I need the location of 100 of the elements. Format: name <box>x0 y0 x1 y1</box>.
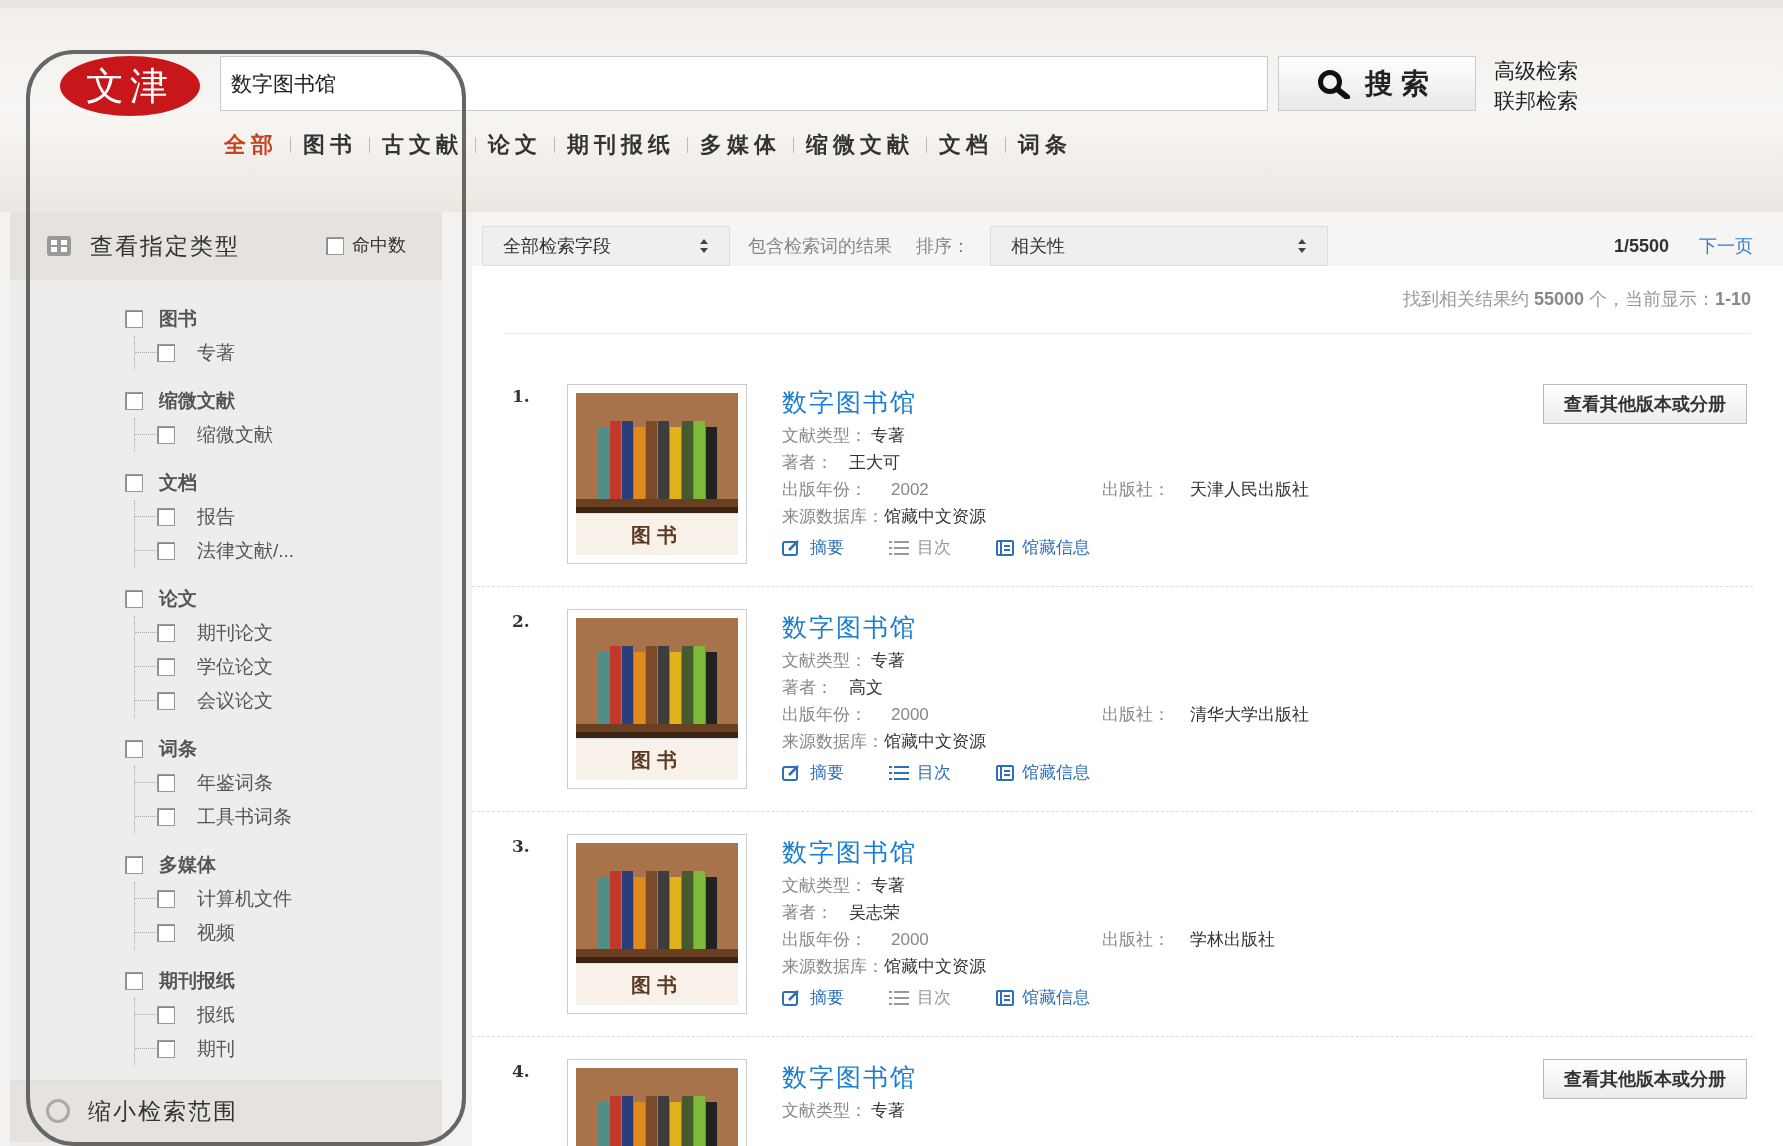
field-label: 文献类型： <box>782 650 867 672</box>
field-value: 天津人民出版社 <box>1190 479 1309 501</box>
checkbox[interactable] <box>157 923 175 942</box>
checkbox[interactable] <box>157 541 175 560</box>
subcategory-label: 期刊论文 <box>197 620 273 645</box>
checkbox[interactable] <box>125 855 143 874</box>
field-label: 出版社： <box>1102 929 1170 951</box>
category-label: 图书 <box>159 306 197 331</box>
narrow-search-section[interactable]: 缩小检索范围 <box>10 1079 442 1142</box>
category-tab[interactable]: 论文 <box>488 128 542 161</box>
field-value: 高文 <box>849 677 883 699</box>
category-tab[interactable]: 全部 <box>220 128 278 161</box>
checkbox[interactable] <box>125 589 143 608</box>
field-value: 学林出版社 <box>1190 929 1275 951</box>
result-action-link[interactable]: 摘要 <box>782 759 844 786</box>
result-title[interactable]: 数字图书馆 <box>782 834 1747 870</box>
sidebar-title: 查看指定类型 <box>90 231 241 261</box>
result-number: 1. <box>512 385 531 408</box>
category-label: 期刊报纸 <box>159 968 235 993</box>
subcategory-label: 会议论文 <box>197 688 273 713</box>
category-tab[interactable]: 缩微文献 <box>806 128 914 161</box>
field-value: 馆藏中文资源 <box>884 731 986 753</box>
checkbox[interactable] <box>157 425 175 444</box>
search-field[interactable]: 数字图书馆 <box>220 56 1268 111</box>
checkbox[interactable] <box>157 889 175 908</box>
category-label: 缩微文献 <box>159 388 235 413</box>
checkbox[interactable] <box>157 773 175 792</box>
category-tab[interactable]: 文档 <box>939 128 993 161</box>
results-summary: 找到相关结果约 55000 个，当前显示：1-10 <box>1402 288 1751 311</box>
subcategory-label: 报纸 <box>197 1002 235 1027</box>
other-versions-button[interactable]: 查看其他版本或分册 <box>1543 1059 1747 1099</box>
edit-icon <box>782 988 802 1007</box>
checkbox[interactable] <box>157 1039 175 1058</box>
search-option-link[interactable]: 联邦检索 <box>1494 86 1578 116</box>
field-label: 出版社： <box>1102 704 1170 726</box>
category-tab[interactable]: 古文献 <box>382 128 463 161</box>
checkbox[interactable] <box>157 657 175 676</box>
field-label: 来源数据库： <box>782 956 884 978</box>
field-label: 出版年份： <box>782 479 867 501</box>
section-title: 缩小检索范围 <box>88 1097 238 1127</box>
field-label: 来源数据库： <box>782 731 884 753</box>
result-action-link[interactable]: 目次 <box>889 759 951 786</box>
subcategory-label: 专著 <box>197 340 235 365</box>
field-value: 专著 <box>871 875 905 897</box>
sort-select[interactable]: 相关性 <box>990 226 1328 266</box>
field-select[interactable]: 全部检索字段 <box>482 226 730 266</box>
category-tab[interactable]: 多媒体 <box>700 128 781 161</box>
checkbox[interactable] <box>125 739 143 758</box>
result-action-link[interactable]: 摘要 <box>782 984 844 1011</box>
result-title[interactable]: 数字图书馆 <box>782 384 1543 420</box>
field-label: 来源数据库： <box>782 506 884 528</box>
edit-icon <box>782 763 802 782</box>
result-title[interactable]: 数字图书馆 <box>782 1059 1543 1095</box>
sort-label: 排序： <box>916 234 970 258</box>
search-button[interactable]: 搜索 <box>1278 56 1476 111</box>
result-title[interactable]: 数字图书馆 <box>782 609 1747 645</box>
grid-icon <box>46 234 72 257</box>
list-icon <box>889 539 909 556</box>
field-value: 馆藏中文资源 <box>884 956 986 978</box>
field-value: 2000 <box>891 704 929 726</box>
search-option-link[interactable]: 高级检索 <box>1494 56 1578 86</box>
category-tab[interactable]: 图书 <box>303 128 357 161</box>
document-icon <box>996 763 1014 782</box>
next-page-link[interactable]: 下一页 <box>1699 232 1753 260</box>
subcategory-label: 期刊 <box>197 1036 235 1061</box>
select-arrows-icon <box>1297 238 1307 254</box>
checkbox[interactable] <box>125 309 143 328</box>
subcategory-label: 计算机文件 <box>197 886 292 911</box>
checkbox[interactable] <box>125 391 143 410</box>
checkbox[interactable] <box>125 473 143 492</box>
field-label: 文献类型： <box>782 425 867 447</box>
category-tab[interactable]: 期刊报纸 <box>567 128 675 161</box>
cover-label: 图书 <box>631 746 683 774</box>
field-label: 著者： <box>782 452 833 474</box>
checkbox[interactable] <box>157 1005 175 1024</box>
checkbox[interactable] <box>157 807 175 826</box>
search-icon <box>1317 68 1351 99</box>
result-action-link[interactable]: 馆藏信息 <box>996 759 1090 786</box>
category-label: 论文 <box>159 586 197 611</box>
result-action-link[interactable]: 摘要 <box>782 534 844 561</box>
checkbox[interactable] <box>157 343 175 362</box>
other-versions-button[interactable]: 查看其他版本或分册 <box>1543 384 1747 424</box>
category-tab[interactable]: 词条 <box>1018 128 1072 161</box>
field-value: 2002 <box>891 479 929 501</box>
checkbox[interactable] <box>157 623 175 642</box>
checkbox[interactable] <box>157 507 175 526</box>
result-action-link[interactable]: 馆藏信息 <box>996 984 1090 1011</box>
checkbox[interactable] <box>157 691 175 710</box>
result-action-link[interactable]: 馆藏信息 <box>996 534 1090 561</box>
checkbox[interactable] <box>326 236 344 255</box>
result-number: 3. <box>512 835 531 858</box>
field-label: 文献类型： <box>782 875 867 897</box>
field-value: 专著 <box>871 650 905 672</box>
checkbox[interactable] <box>125 971 143 990</box>
category-label: 多媒体 <box>159 852 216 877</box>
page-indicator: 1/5500 <box>1613 234 1669 258</box>
subcategory-label: 工具书词条 <box>197 804 292 829</box>
cover-label: 图书 <box>631 521 683 549</box>
field-label: 出版年份： <box>782 704 867 726</box>
logo[interactable]: 文津 <box>60 56 200 116</box>
